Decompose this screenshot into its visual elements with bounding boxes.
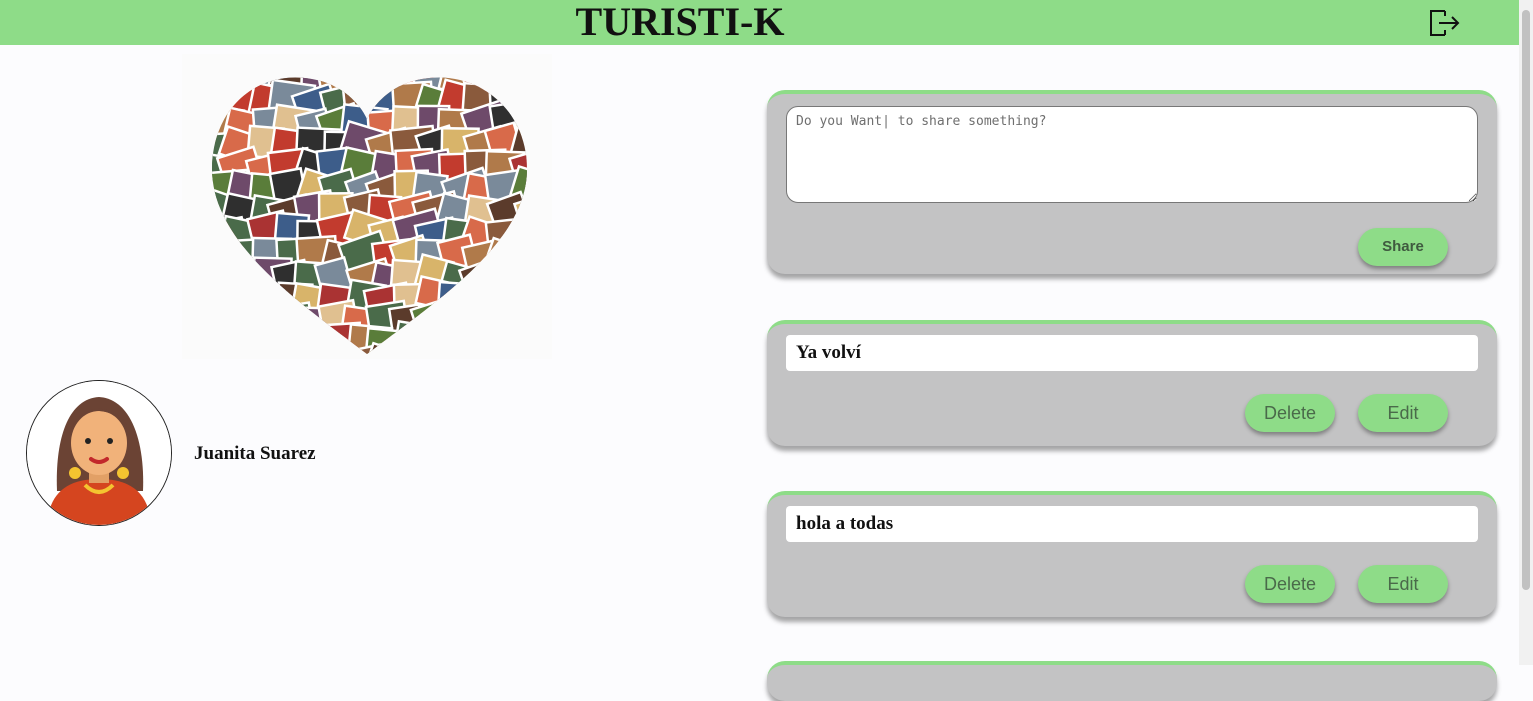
delete-post-button[interactable]: Delete: [1245, 565, 1335, 603]
post-card: [767, 661, 1497, 701]
share-post-input[interactable]: [786, 106, 1478, 203]
page-scrollbar[interactable]: [1519, 0, 1533, 665]
post-text: hola a todas: [786, 506, 1478, 542]
edit-post-button[interactable]: Edit: [1358, 394, 1448, 432]
profile-name: Juanita Suarez: [194, 443, 316, 464]
delete-post-button[interactable]: Delete: [1245, 394, 1335, 432]
top-bar: TURISTI-K: [0, 0, 1519, 45]
avatar: [26, 380, 172, 526]
post-card: hola a todas Delete Edit: [767, 491, 1497, 617]
cover-photo-collage: [182, 54, 552, 359]
scrollbar-thumb[interactable]: [1522, 10, 1530, 590]
edit-post-button[interactable]: Edit: [1358, 565, 1448, 603]
share-post-card: Share: [767, 90, 1497, 274]
post-text: Ya volví: [786, 335, 1478, 371]
post-card: Ya volví Delete Edit: [767, 320, 1497, 446]
app-title: TURISTI-K: [575, 0, 785, 44]
logout-icon[interactable]: [1425, 5, 1461, 41]
share-button[interactable]: Share: [1358, 228, 1448, 266]
